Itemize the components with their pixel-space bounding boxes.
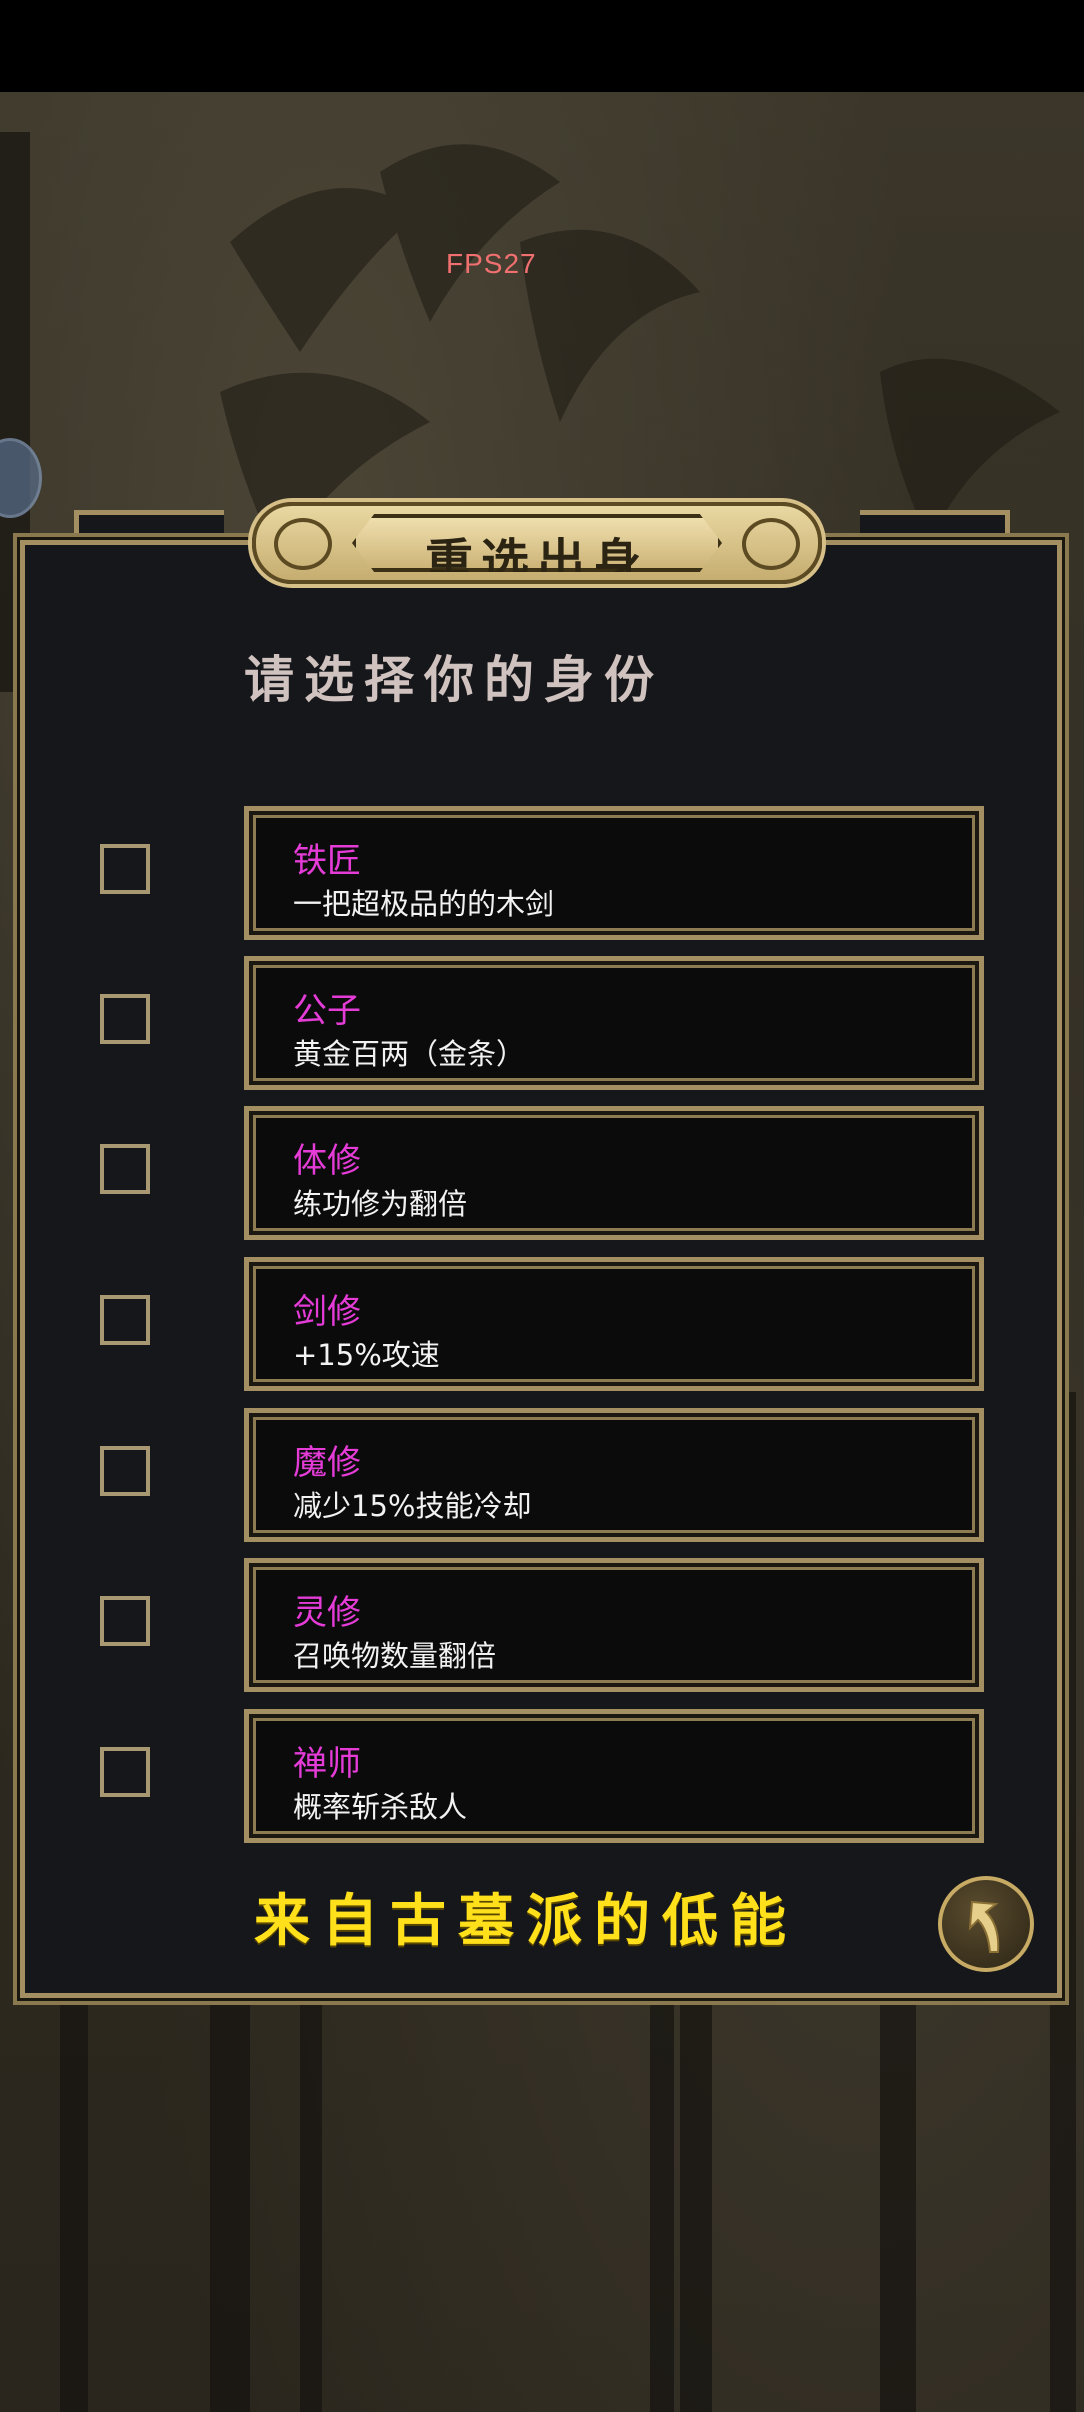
ornament-right-icon [742,518,800,570]
status-bar [0,0,1084,92]
option-card[interactable]: 体修 练功修为翻倍 [244,1106,984,1240]
back-button[interactable] [938,1876,1034,1972]
option-name: 剑修 [293,1292,361,1332]
option-checkbox[interactable] [100,1596,150,1646]
option-name: 灵修 [293,1593,361,1633]
option-desc: 练功修为翻倍 [293,1187,468,1221]
option-name: 公子 [293,991,361,1031]
option-checkbox[interactable] [100,994,150,1044]
option-card[interactable]: 灵修 召唤物数量翻倍 [244,1558,984,1692]
option-row-zen-master: 禅师 概率斩杀敌人 [0,1709,1084,1843]
title-plate: 重选出身 [252,502,822,584]
option-card[interactable]: 公子 黄金百两（金条） [244,956,984,1090]
dialog-title: 重选出身 [424,534,649,590]
option-row-spirit-cultivator: 灵修 召唤物数量翻倍 [0,1558,1084,1692]
option-row-demon-cultivator: 魔修 减少15%技能冷却 [0,1408,1084,1542]
title-banner: 重选出身 [352,514,722,572]
option-card[interactable]: 魔修 减少15%技能冷却 [244,1408,984,1542]
fps-counter: FPS27 [446,248,537,279]
option-checkbox[interactable] [100,1295,150,1345]
ornament-left-icon [274,518,332,570]
option-desc: 概率斩杀敌人 [293,1790,468,1824]
option-card[interactable]: 剑修 +15%攻速 [244,1257,984,1391]
option-desc: 召唤物数量翻倍 [293,1639,497,1673]
option-desc: +15%攻速 [293,1338,440,1372]
option-checkbox[interactable] [100,1747,150,1797]
option-row-body-cultivator: 体修 练功修为翻倍 [0,1106,1084,1240]
option-card[interactable]: 禅师 概率斩杀敌人 [244,1709,984,1843]
return-arrow-icon [968,1900,1000,1953]
option-checkbox[interactable] [100,1446,150,1496]
option-row-noble: 公子 黄金百两（金条） [0,956,1084,1090]
option-name: 体修 [293,1141,361,1181]
option-name: 魔修 [293,1443,361,1483]
option-checkbox[interactable] [100,1144,150,1194]
option-card[interactable]: 铁匠 一把超极品的的木剑 [244,806,984,940]
option-row-blacksmith: 铁匠 一把超极品的的木剑 [0,806,1084,940]
option-row-sword-cultivator: 剑修 +15%攻速 [0,1257,1084,1391]
option-desc: 黄金百两（金条） [293,1037,526,1071]
footer-caption: 来自古墓派的低能 [254,1888,798,1954]
option-name: 禅师 [293,1744,361,1784]
dialog-subtitle: 请选择你的身份 [244,650,664,709]
option-desc: 减少15%技能冷却 [293,1489,532,1523]
option-name: 铁匠 [293,841,361,881]
option-checkbox[interactable] [100,844,150,894]
option-desc: 一把超极品的的木剑 [293,887,555,921]
